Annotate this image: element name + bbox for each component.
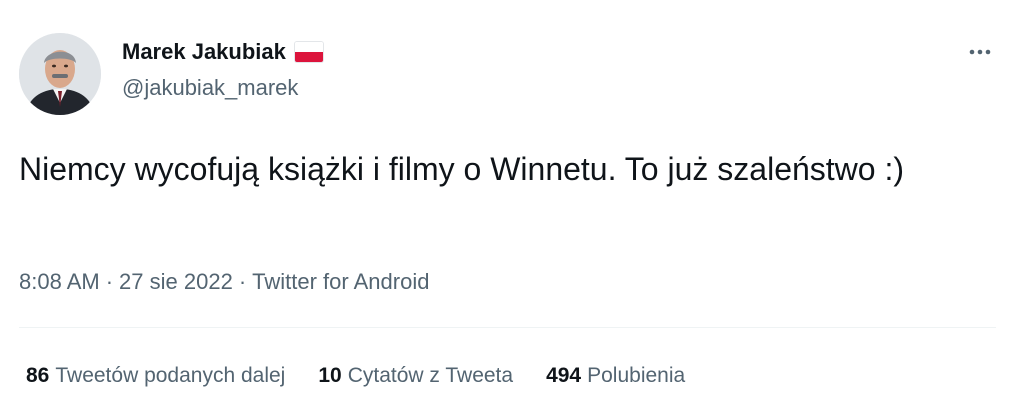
quote-tweets-count: 10 (318, 364, 342, 387)
avatar[interactable] (19, 33, 101, 115)
display-name[interactable]: Marek Jakubiak (122, 38, 286, 66)
likes-stat[interactable]: 494 Polubienia (546, 361, 685, 391)
meta-separator: · (105, 269, 114, 294)
tweet-text: Niemcy wycofują książki i filmy o Winnet… (19, 151, 905, 187)
divider (19, 327, 996, 328)
user-name-row[interactable]: Marek Jakubiak (122, 38, 323, 66)
retweets-label: Tweetów podanych dalej (55, 364, 286, 387)
poland-flag-icon (294, 42, 323, 62)
meta-separator: · (238, 269, 247, 294)
more-options-button[interactable] (962, 38, 998, 66)
ellipsis-icon (969, 49, 991, 55)
tweet-metadata: 8:08 AM · 27 sie 2022 · Twitter for Android (19, 266, 429, 298)
quote-tweets-stat[interactable]: 10 Cytatów z Tweeta (318, 361, 513, 391)
likes-count: 494 (546, 364, 582, 387)
tweet-time[interactable]: 8:08 AM (19, 269, 100, 294)
retweets-count: 86 (26, 364, 50, 387)
likes-label: Polubienia (587, 364, 686, 387)
user-handle[interactable]: @jakubiak_marek (122, 74, 298, 102)
tweet-date[interactable]: 27 sie 2022 (119, 269, 233, 294)
tweet-source[interactable]: Twitter for Android (252, 269, 429, 294)
quote-tweets-label: Cytatów z Tweeta (347, 364, 514, 387)
retweets-stat[interactable]: 86 Tweetów podanych dalej (26, 361, 285, 391)
tweet-card: Marek Jakubiak @jakubiak_marek Niemcy wy… (0, 0, 1024, 406)
engagement-stats: 86 Tweetów podanych dalej 10 Cytatów z Twe… (26, 361, 718, 391)
avatar-image (19, 33, 101, 115)
